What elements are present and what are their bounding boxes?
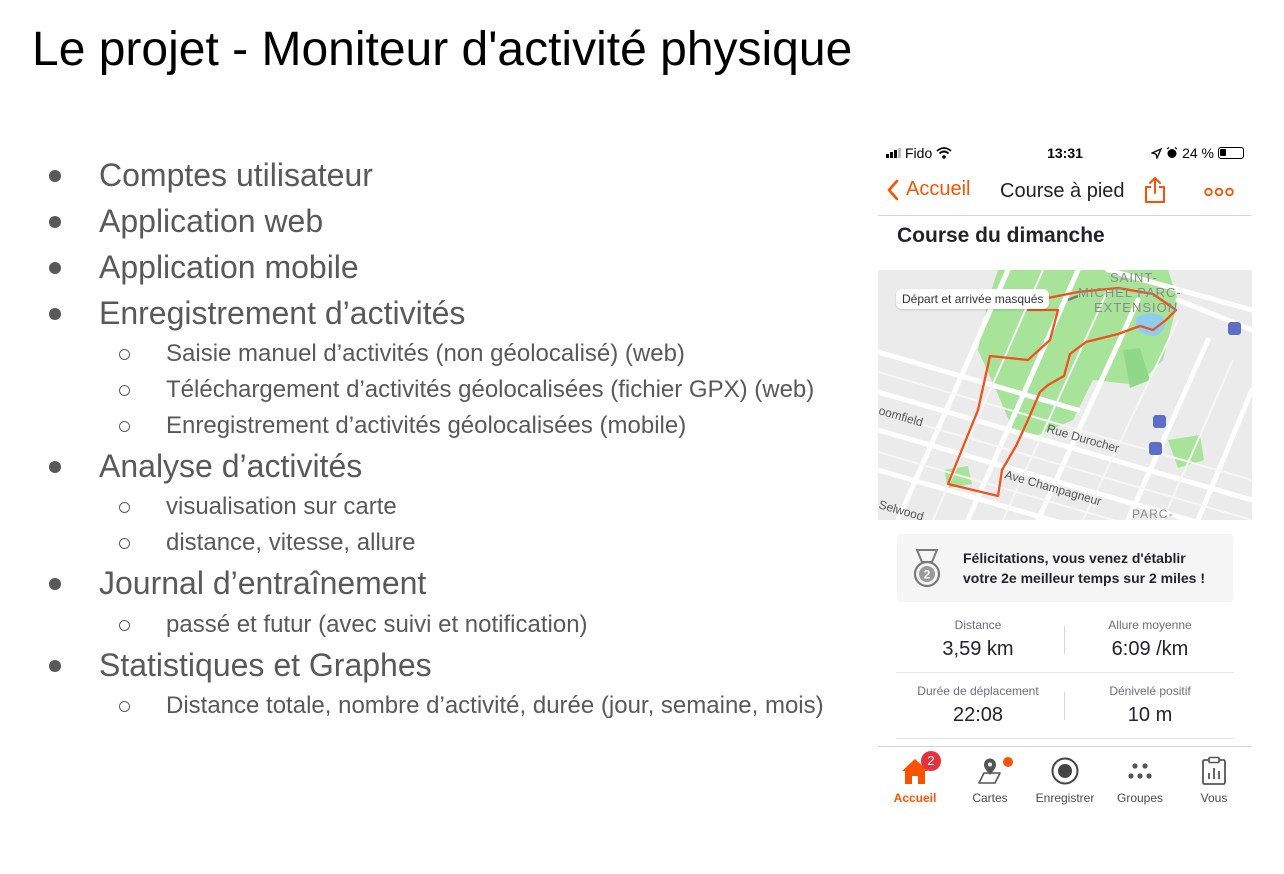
sub-bullet-item: Distance totale, nombre d’activité, duré… [166, 692, 824, 719]
map-label: SAINT- [1110, 270, 1158, 285]
clipboard-icon [1202, 756, 1226, 785]
record-icon [1051, 757, 1079, 785]
svg-text:2: 2 [924, 568, 931, 582]
sub-bullet-item: distance, vitesse, allure [166, 529, 416, 556]
stat-value: 10 m [1127, 704, 1173, 726]
bullet-item: Enregistrement d’activités [99, 295, 466, 331]
battery-label: 24 % [1182, 145, 1214, 161]
bullet-item: Comptes utilisateur [99, 157, 373, 193]
sub-bullet-circle [119, 701, 130, 712]
notification-dot [1003, 757, 1013, 767]
tab-you[interactable]: Vous [1176, 755, 1252, 805]
bullet-item: Statistiques et Graphes [99, 647, 432, 683]
bullet-dot [49, 308, 61, 320]
notification-badge: 2 [921, 751, 941, 771]
sub-bullet-circle [119, 538, 130, 549]
stat-row-divider [896, 738, 1234, 739]
sub-bullet-item: Téléchargement d’activités géolocalisées… [166, 376, 815, 403]
stat-elevation: Dénivelé positif 10 m [1070, 684, 1230, 727]
achievement-line: votre 2e meilleur temps sur 2 miles ! [963, 570, 1205, 586]
back-label: Accueil [906, 178, 971, 200]
status-bar: Fido 13:31 24 % [878, 138, 1252, 168]
more-button[interactable] [1204, 184, 1234, 202]
stat-value: 3,59 km [942, 638, 1014, 660]
tab-groups[interactable]: Groupes [1102, 755, 1178, 805]
bullet-dot [49, 262, 61, 274]
stat-label: Durée de déplacement [917, 684, 1039, 698]
share-button[interactable] [1144, 176, 1166, 209]
sub-bullet-circle [119, 385, 130, 396]
sub-bullet-circle [119, 502, 130, 513]
map-label: EXTENSION [1094, 300, 1178, 315]
bullet-dot [49, 461, 61, 473]
location-arrow-icon [1151, 147, 1163, 159]
tab-home[interactable]: 2 Accueil [878, 751, 953, 805]
activity-title: Course du dimanche [897, 224, 1105, 247]
back-button[interactable]: Accueil [886, 178, 970, 201]
sub-bullet-item: Enregistrement d’activités géolocalisées… [166, 412, 687, 439]
stat-divider [1064, 692, 1065, 720]
stat-pace: Allure moyenne 6:09 /km [1070, 618, 1230, 661]
tab-label: Groupes [1116, 791, 1164, 805]
bullet-item: Analyse d’activités [99, 448, 363, 484]
bullet-list: Comptes utilisateur Application web Appl… [0, 0, 880, 874]
map-label: MICHEL PARC- [1078, 285, 1182, 300]
bullet-item: Application mobile [99, 249, 359, 285]
stat-moving-time: Durée de déplacement 22:08 [898, 684, 1058, 727]
sub-bullet-item: Saisie manuel d’activités (non géolocali… [166, 340, 685, 367]
tab-label: Enregistrer [1035, 791, 1095, 805]
bullet-dot [49, 170, 61, 182]
sub-bullet-item: passé et futur (avec suivi et notificati… [166, 611, 588, 638]
more-icon [1204, 187, 1234, 197]
stat-label: Dénivelé positif [1109, 684, 1191, 698]
sub-bullet-circle [119, 349, 130, 360]
stat-divider [1064, 626, 1065, 654]
nav-bar: Accueil Course à pied [878, 170, 1252, 216]
sub-bullet-circle [119, 421, 130, 432]
alarm-icon [1166, 147, 1178, 158]
medal-icon: 2 [913, 549, 941, 588]
stat-value: 6:09 /km [1111, 638, 1189, 660]
map-pin-icon [978, 758, 1001, 784]
stat-row-divider [896, 672, 1234, 673]
battery-icon [1218, 147, 1244, 159]
map-label: PARC- [1132, 507, 1173, 520]
stat-label: Distance [954, 618, 1002, 632]
stat-distance: Distance 3,59 km [898, 618, 1058, 661]
tab-label: Accueil [893, 791, 937, 805]
groups-icon [1128, 763, 1152, 779]
bullet-item: Application web [99, 203, 324, 239]
bullet-dot [49, 216, 61, 228]
chevron-left-icon [887, 179, 899, 200]
nav-title: Course à pied [1000, 180, 1125, 202]
route-map[interactable]: SAINT- MICHEL PARC- EXTENSION Rue Duroch… [878, 267, 1252, 581]
bullet-dot [49, 578, 61, 590]
phone-screenshot: Fido 13:31 24 % Accueil Course à pied Co… [878, 138, 1252, 810]
bullet-dot [49, 660, 61, 672]
tab-bar: 2 Accueil Cartes Enregistrer Groupes Vou… [878, 746, 1252, 810]
tab-label: Vous [1200, 791, 1228, 805]
achievement-banner[interactable]: 2 Félicitations, vous venez d'établir vo… [897, 534, 1233, 602]
tab-record[interactable]: Enregistrer [1027, 755, 1103, 805]
achievement-line: Félicitations, vous venez d'établir [963, 550, 1186, 566]
sub-bullet-item: visualisation sur carte [166, 493, 397, 520]
tab-label: Cartes [972, 791, 1008, 805]
stat-label: Allure moyenne [1108, 618, 1192, 632]
stat-value: 22:08 [952, 704, 1004, 726]
privacy-label: Départ et arrivée masqués [896, 289, 1050, 309]
share-icon [1145, 177, 1165, 203]
tab-maps[interactable]: Cartes [952, 755, 1028, 805]
bullet-item: Journal d’entraînement [99, 565, 427, 601]
sub-bullet-circle [119, 620, 130, 631]
